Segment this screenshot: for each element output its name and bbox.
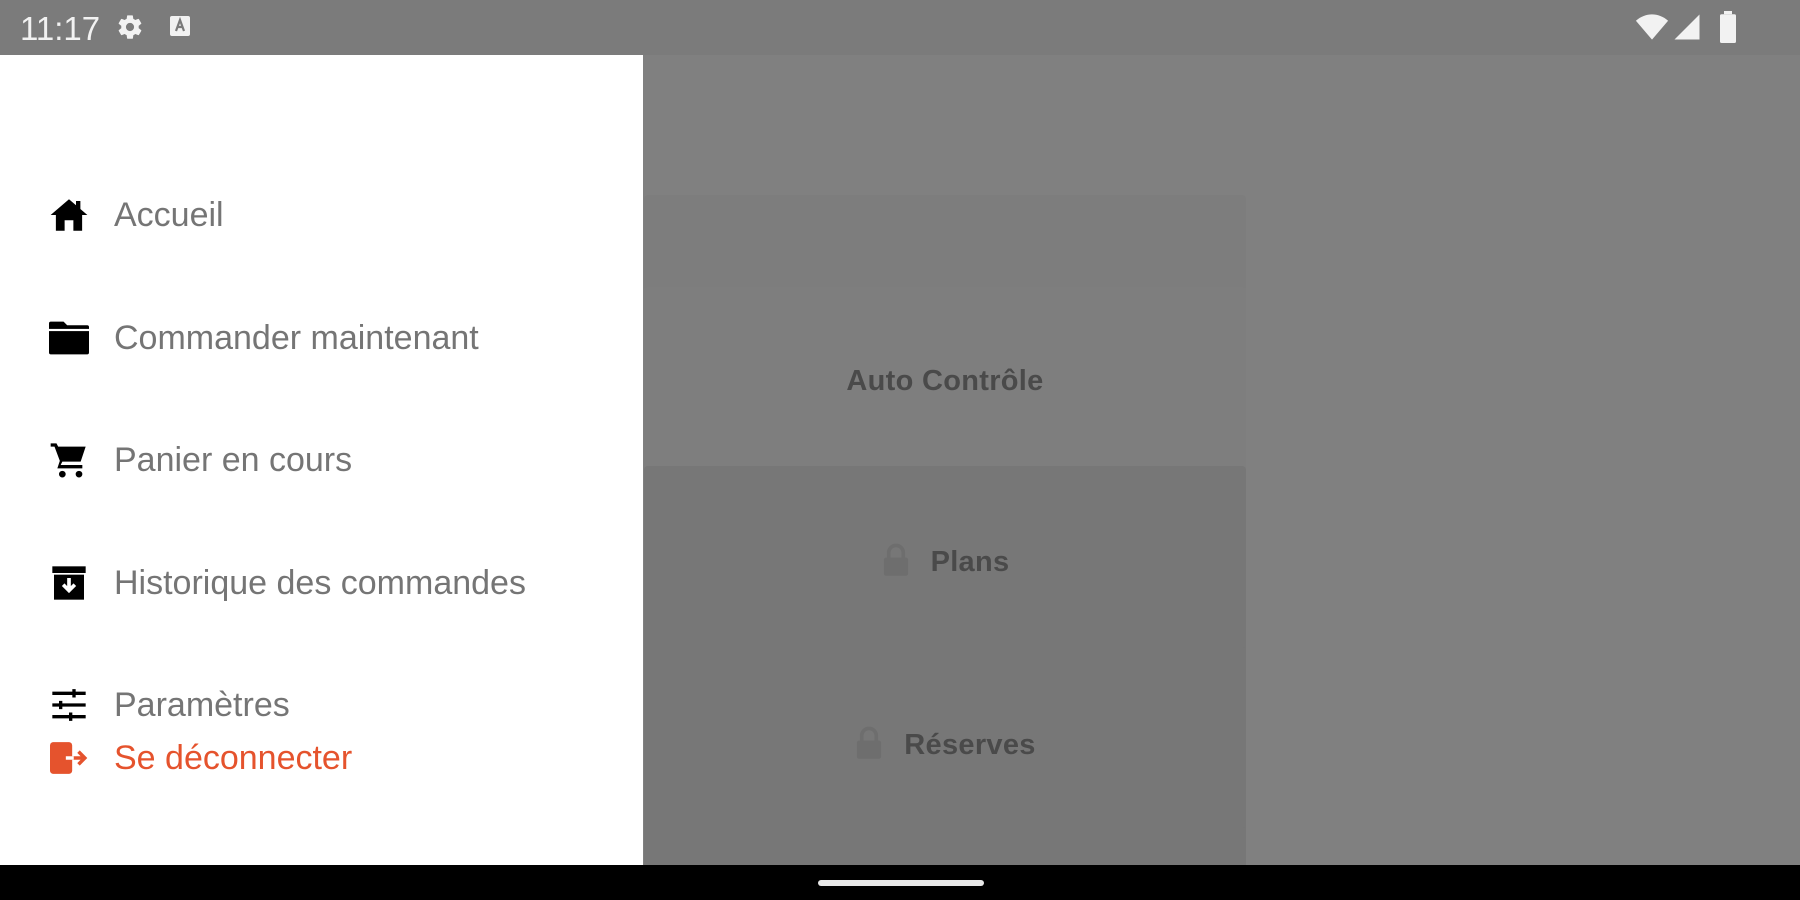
archive-icon <box>46 560 92 606</box>
lock-icon <box>881 543 911 582</box>
status-bar: 11:17 <box>0 0 1800 55</box>
lock-icon <box>854 726 884 765</box>
status-time: 11:17 <box>20 10 101 47</box>
battery-icon <box>1718 11 1738 48</box>
card-label: Auto Contrôle <box>846 364 1044 397</box>
signal-icon <box>1672 12 1702 47</box>
folder-icon <box>46 315 92 361</box>
menu-item-label: Commander maintenant <box>114 318 479 357</box>
menu-item-label: Paramètres <box>114 685 290 724</box>
navigation-drawer: Accueil Commander maintenant Panier en c… <box>0 55 643 865</box>
auto-controle-card[interactable]: Auto Contrôle <box>644 287 1246 475</box>
menu-item-label: Historique des commandes <box>114 563 526 602</box>
menu-item-panier[interactable]: Panier en cours <box>46 437 352 483</box>
keyboard-a-icon <box>168 14 192 43</box>
menu-item-label: Accueil <box>114 195 224 234</box>
settings-gear-icon <box>116 13 144 46</box>
menu-item-accueil[interactable]: Accueil <box>46 192 224 238</box>
card-label: Réserves <box>904 728 1036 761</box>
cart-icon <box>46 437 92 483</box>
home-gesture-handle[interactable] <box>818 880 984 886</box>
system-nav-bar <box>0 865 1800 900</box>
logout-button[interactable]: Se déconnecter <box>46 735 352 781</box>
home-icon <box>46 192 92 238</box>
menu-item-label: Se déconnecter <box>114 738 353 777</box>
card-label: Plans <box>930 545 1010 578</box>
app-screen: 11:17 Auto Contrôle Plans Réserves Accue… <box>0 0 1800 900</box>
reserves-card[interactable]: Réserves <box>644 647 1246 843</box>
menu-item-commander[interactable]: Commander maintenant <box>46 315 479 361</box>
tune-icon <box>46 682 92 728</box>
wifi-icon <box>1635 13 1669 46</box>
menu-item-historique[interactable]: Historique des commandes <box>46 560 526 606</box>
menu-item-label: Panier en cours <box>114 440 353 479</box>
plans-card[interactable]: Plans <box>644 466 1246 658</box>
logout-icon <box>46 735 92 781</box>
menu-item-parametres[interactable]: Paramètres <box>46 682 290 728</box>
background-card-top <box>644 195 1246 291</box>
